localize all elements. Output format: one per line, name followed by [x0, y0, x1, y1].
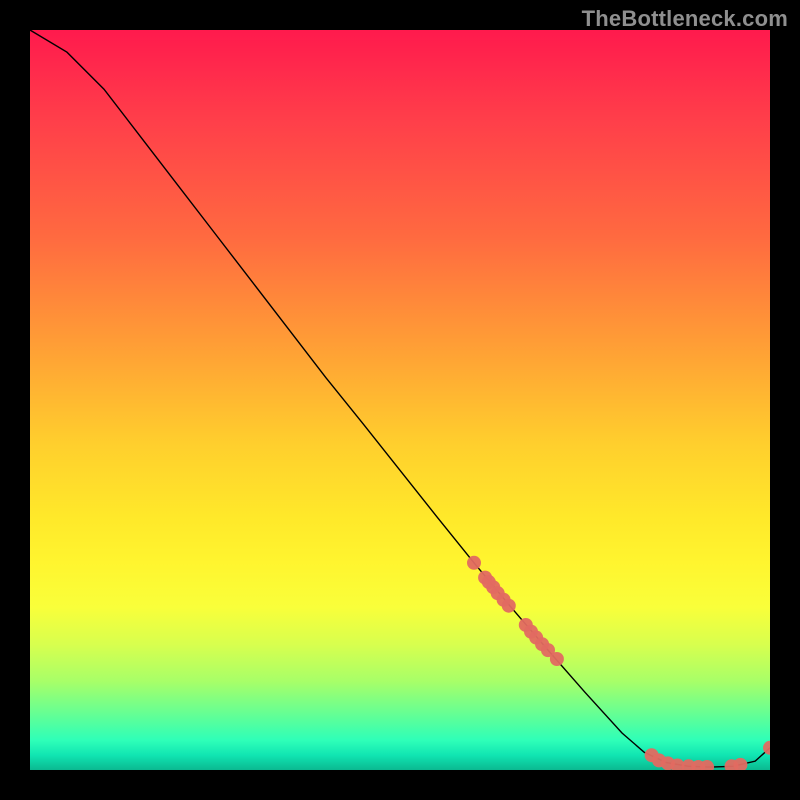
data-point: [550, 652, 564, 666]
watermark-text: TheBottleneck.com: [582, 6, 788, 32]
scatter-dots: [467, 556, 770, 770]
chart-svg-layer: [30, 30, 770, 770]
plot-area: [30, 30, 770, 770]
data-point: [733, 758, 747, 770]
chart-stage: TheBottleneck.com: [0, 0, 800, 800]
data-point: [502, 599, 516, 613]
curve-line: [30, 30, 770, 767]
data-point: [467, 556, 481, 570]
